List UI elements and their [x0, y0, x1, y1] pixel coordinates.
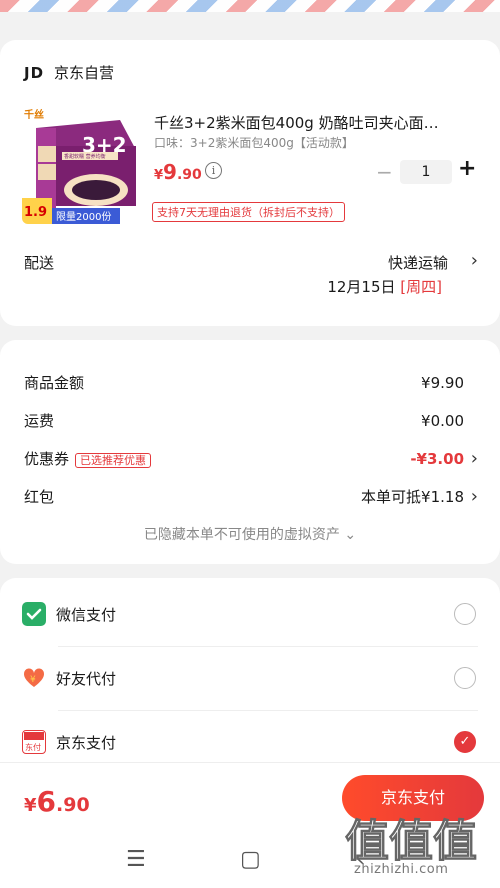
quantity-input[interactable]: 1 — [400, 160, 452, 184]
delivery-date[interactable]: 12月15日 [周四] — [327, 276, 442, 297]
svg-text:限量2000份: 限量2000份 — [56, 211, 111, 223]
svg-text:1.9: 1.9 — [24, 205, 47, 220]
coupon-tag: 已选推荐优惠 — [75, 453, 152, 468]
chevron-right-icon[interactable]: › — [471, 250, 478, 271]
product-price: ¥9.90 — [154, 160, 202, 184]
menu-icon[interactable]: ☰ — [126, 847, 146, 872]
order-summary-card: 商品金额 ¥9.90 运费 ¥0.00 优惠券 已选推荐优惠 -¥3.00 › 红… — [0, 340, 500, 564]
delivery-method[interactable]: 快递运输 — [388, 252, 448, 273]
payment-option-jd[interactable]: 东付 京东支付 ✓ — [22, 722, 478, 762]
return-policy-badge: 支持7天无理由退货（拆封后不支持） — [152, 202, 345, 222]
product-title[interactable]: 千丝3+2紫米面包400g 奶酪吐司夹心面… — [154, 112, 474, 133]
svg-text:东付: 东付 — [25, 742, 41, 752]
summary-row-redpacket[interactable]: 红包 本单可抵¥1.18 — [24, 486, 464, 507]
wechat-pay-icon — [22, 602, 46, 626]
watermark-text: zhizhizhi.com — [354, 862, 449, 877]
product-variant[interactable]: 口味：3+2紫米面包400g【活动款】 — [154, 134, 354, 151]
store-name: 京东自营 — [54, 64, 115, 82]
radio-jd-checked[interactable]: ✓ — [454, 731, 476, 753]
radio-friend[interactable] — [454, 667, 476, 689]
chevron-right-icon[interactable]: › — [471, 486, 478, 507]
friend-pay-icon: ¥ — [22, 666, 46, 690]
summary-row-freight: 运费 ¥0.00 — [24, 411, 464, 431]
hidden-assets-toggle[interactable]: 已隐藏本单不可使用的虚拟资产 ⌄ — [0, 524, 500, 544]
product-card: JD 京东自营 3+2 香甜软糯 营养均衡 千丝 1.9 限量2000份 千丝3… — [0, 40, 500, 326]
quantity-increase-button[interactable]: + — [458, 156, 476, 181]
store-header[interactable]: JD 京东自营 — [24, 62, 114, 83]
summary-row-coupon[interactable]: 优惠券 已选推荐优惠 -¥3.00 — [24, 448, 464, 469]
svg-text:值值值: 值值值 — [345, 816, 477, 867]
chevron-right-icon[interactable]: › — [471, 448, 478, 469]
svg-text:香甜软糯 营养均衡: 香甜软糯 营养均衡 — [64, 153, 106, 160]
jd-logo: JD — [24, 63, 45, 82]
quantity-decrease-button[interactable]: − — [376, 160, 393, 184]
delivery-label: 配送 — [24, 254, 55, 272]
total-price: ¥6.90 — [24, 785, 90, 818]
product-image[interactable]: 3+2 香甜软糯 营养均衡 千丝 1.9 限量2000份 — [22, 106, 138, 224]
summary-row-goods: 商品金额 ¥9.90 — [24, 373, 464, 393]
home-icon[interactable]: ▢ — [240, 847, 261, 872]
svg-text:¥: ¥ — [30, 675, 36, 685]
svg-text:千丝: 千丝 — [24, 108, 44, 121]
jd-pay-icon: 东付 — [22, 730, 46, 754]
info-icon[interactable]: i — [205, 162, 222, 179]
radio-wechat[interactable] — [454, 603, 476, 625]
payment-option-friend[interactable]: ¥ 好友代付 — [22, 658, 478, 698]
payment-option-wechat[interactable]: 微信支付 — [22, 594, 478, 634]
